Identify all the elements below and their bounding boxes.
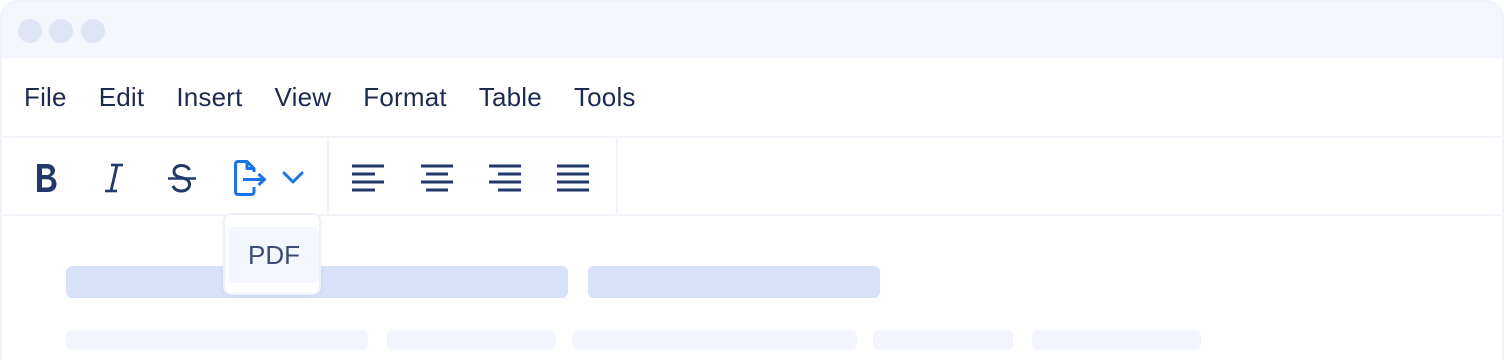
align-right-button[interactable] <box>483 158 527 198</box>
align-justify-button[interactable] <box>551 158 595 198</box>
menu-bar: File Edit Insert View Format Table Tools <box>2 58 1502 138</box>
window-minimize-button[interactable] <box>49 19 73 43</box>
export-pdf-option[interactable]: PDF <box>229 227 319 283</box>
export-dropdown-menu: PDF <box>223 213 321 295</box>
export-button[interactable] <box>230 158 270 198</box>
window-maximize-button[interactable] <box>81 19 105 43</box>
window-close-button[interactable] <box>18 19 42 43</box>
align-center-button[interactable] <box>415 158 459 198</box>
export-dropdown-toggle[interactable] <box>278 158 308 198</box>
editor-window: File Edit Insert View Format Table Tools <box>0 0 1504 360</box>
align-left-button[interactable] <box>346 158 390 198</box>
menu-view[interactable]: View <box>275 82 332 113</box>
align-justify-icon <box>557 164 589 192</box>
content-placeholder <box>387 330 556 350</box>
menu-insert[interactable]: Insert <box>176 82 242 113</box>
export-icon <box>234 160 266 196</box>
menu-edit[interactable]: Edit <box>99 82 145 113</box>
italic-icon <box>105 163 123 193</box>
italic-button[interactable] <box>92 158 136 198</box>
content-placeholder <box>873 330 1013 350</box>
align-center-icon <box>421 164 453 192</box>
title-bar <box>2 2 1502 58</box>
align-right-icon <box>489 164 521 192</box>
toolbar-separator <box>616 138 618 216</box>
content-placeholder <box>1032 330 1201 350</box>
strikethrough-button[interactable] <box>160 158 204 198</box>
content-placeholder <box>66 330 368 350</box>
strikethrough-icon <box>168 163 196 193</box>
chevron-down-icon <box>282 171 304 184</box>
content-placeholder <box>588 266 880 298</box>
menu-format[interactable]: Format <box>363 82 447 113</box>
content-placeholder <box>572 330 857 350</box>
menu-table[interactable]: Table <box>479 82 542 113</box>
bold-button[interactable] <box>24 158 68 198</box>
formatting-toolbar <box>2 138 1502 216</box>
menu-file[interactable]: File <box>24 82 67 113</box>
menu-tools[interactable]: Tools <box>574 82 636 113</box>
toolbar-separator <box>327 138 329 216</box>
align-left-icon <box>352 164 384 192</box>
bold-icon <box>37 164 57 192</box>
